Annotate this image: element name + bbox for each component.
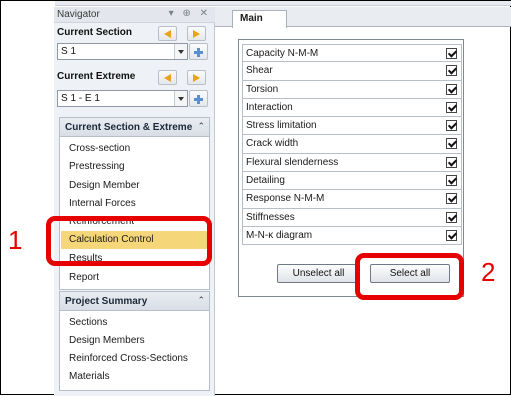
check-row[interactable]: Shear — [242, 62, 462, 81]
check-label: Torsion — [246, 83, 279, 95]
checkbox[interactable] — [446, 101, 457, 113]
check-label: Capacity N-M-M — [246, 48, 319, 59]
check-label: Shear — [246, 65, 273, 77]
top-strip — [55, 1, 511, 6]
nav-item-sections[interactable]: Sections — [69, 317, 107, 328]
checkbox[interactable] — [446, 229, 457, 241]
nav-item-design-member[interactable]: Design Member — [69, 180, 140, 191]
group-header[interactable]: Current Section & Extreme ⌃ — [60, 118, 209, 137]
nav-item-cross-section[interactable]: Cross-section — [69, 143, 130, 154]
current-section-label: Current Section — [57, 27, 133, 38]
next-extreme-button[interactable] — [187, 70, 206, 85]
arrow-right-icon — [193, 74, 200, 82]
navigator-titlebar: Navigator ▾ ⊕ ✕ — [54, 7, 215, 23]
check-row[interactable]: Crack width — [242, 135, 462, 154]
check-list: Capacity N-M-M Shear Torsion Interaction… — [242, 44, 462, 246]
current-section-value: S 1 — [61, 46, 77, 57]
check-label: Flexural slenderness — [246, 156, 339, 168]
arrow-right-icon — [193, 30, 200, 38]
check-label: Interaction — [246, 101, 293, 113]
previous-extreme-button[interactable] — [158, 70, 177, 85]
check-row[interactable]: Capacity N-M-M — [242, 44, 462, 63]
add-section-button[interactable] — [189, 43, 208, 60]
window-controls-icon[interactable]: ▾ ⊕ ✕ — [169, 8, 211, 19]
check-row[interactable]: M-N-κ diagram — [242, 226, 462, 246]
collapse-icon[interactable]: ⌃ — [197, 295, 205, 306]
check-row[interactable]: Detailing — [242, 172, 462, 191]
previous-section-button[interactable] — [158, 26, 177, 41]
check-row[interactable]: Stress limitation — [242, 117, 462, 136]
tab-bar: Main — [215, 7, 511, 28]
check-label: Stiffnesses — [246, 211, 295, 223]
arrow-left-icon — [164, 30, 171, 38]
arrow-left-icon — [164, 74, 171, 82]
screenshot-frame: Navigator ▾ ⊕ ✕ Current Section S 1 Curr… — [0, 0, 511, 396]
current-extreme-value: S 1 - E 1 — [61, 93, 100, 104]
check-label: M-N-κ diagram — [246, 229, 313, 241]
nav-item-design-members[interactable]: Design Members — [69, 335, 145, 346]
navigator-title: Navigator — [57, 9, 100, 20]
checkbox[interactable] — [446, 48, 457, 59]
checkbox[interactable] — [446, 175, 457, 187]
group-header[interactable]: Project Summary ⌃ — [60, 292, 209, 311]
chevron-down-icon[interactable] — [174, 91, 187, 106]
add-extreme-button[interactable] — [189, 90, 208, 107]
check-row[interactable]: Response N-M-M — [242, 190, 462, 209]
check-row[interactable]: Stiffnesses — [242, 208, 462, 227]
nav-item-reinforced-cross-sections[interactable]: Reinforced Cross-Sections — [69, 353, 188, 364]
current-extreme-label: Current Extreme — [57, 71, 136, 82]
checkbox[interactable] — [446, 138, 457, 150]
collapse-icon[interactable]: ⌃ — [197, 121, 205, 132]
tab-main[interactable]: Main — [232, 10, 287, 28]
nav-item-prestressing[interactable]: Prestressing — [69, 161, 125, 172]
group-title: Project Summary — [65, 296, 148, 307]
checkbox[interactable] — [446, 83, 457, 95]
project-summary-group: Project Summary ⌃ Sections Design Member… — [59, 291, 210, 391]
chevron-down-icon[interactable] — [174, 44, 187, 59]
check-row[interactable]: Interaction — [242, 98, 462, 118]
check-row[interactable]: Flexural slenderness — [242, 153, 462, 173]
checkbox[interactable] — [446, 65, 457, 77]
annotation-number-1: 1 — [8, 225, 23, 255]
check-label: Detailing — [246, 175, 285, 187]
annotation-number-2: 2 — [481, 257, 496, 287]
unselect-all-button[interactable]: Unselect all — [277, 264, 360, 283]
check-label: Response N-M-M — [246, 193, 325, 205]
current-section-select[interactable]: S 1 — [57, 43, 188, 60]
nav-item-internal-forces[interactable]: Internal Forces — [69, 198, 136, 209]
check-label: Crack width — [246, 138, 299, 150]
check-row[interactable]: Torsion — [242, 80, 462, 99]
annotation-highlight-1 — [46, 216, 212, 266]
group-title: Current Section & Extreme — [65, 122, 193, 133]
checkbox[interactable] — [446, 193, 457, 205]
nav-item-report[interactable]: Report — [69, 272, 99, 283]
checkbox[interactable] — [446, 156, 457, 168]
navigator-panel: Navigator ▾ ⊕ ✕ Current Section S 1 Curr… — [54, 7, 215, 396]
check-label: Stress limitation — [246, 120, 317, 132]
checkbox[interactable] — [446, 120, 457, 132]
next-section-button[interactable] — [187, 26, 206, 41]
annotation-highlight-2 — [355, 253, 464, 300]
nav-item-materials[interactable]: Materials — [69, 371, 110, 382]
checkbox[interactable] — [446, 211, 457, 223]
current-extreme-select[interactable]: S 1 - E 1 — [57, 90, 188, 107]
